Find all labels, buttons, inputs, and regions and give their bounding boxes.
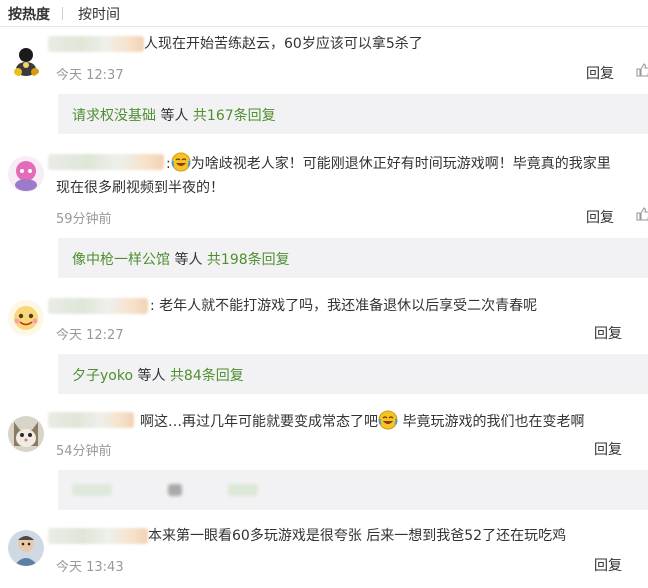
sort-by-time-tab[interactable]: 按时间: [78, 4, 120, 24]
reply-button[interactable]: 回复: [594, 439, 622, 459]
reply-count-link[interactable]: 共198条回复: [207, 252, 290, 268]
avatar[interactable]: [8, 42, 44, 78]
replies-summary-text: 夕子yoko 等人 共84条回复: [72, 365, 244, 385]
blurred-username: [48, 412, 134, 428]
laughing-crying-emoji-icon: [171, 152, 191, 172]
sort-divider: [62, 7, 63, 20]
reply-button[interactable]: 回复: [586, 63, 614, 83]
comment-text-main: 为啥歧视老人家！可能刚退休正好有时间玩游戏啊！毕竟真的我家里: [190, 156, 611, 172]
reply-username[interactable]: 像中枪一样公馆: [72, 252, 170, 268]
sort-bar: 按热度 按时间: [0, 0, 648, 27]
reply-connector: 等人: [137, 368, 166, 384]
reply-username[interactable]: 请求权没基础: [72, 108, 156, 124]
blurred-username: [48, 154, 164, 170]
avatar[interactable]: [8, 300, 44, 336]
comment-time: 今天 13:43: [56, 560, 124, 575]
comment-text: 本来第一眼看60多玩游戏是很夸张 后来一想到我爸52了还在玩吃鸡: [148, 528, 567, 544]
comment-text: 啊这…再过几年可能就要变成常态了吧 毕竟玩游戏的我们也在变老啊: [140, 410, 584, 432]
comment-text: 人现在开始苦练赵云，60岁应该可以拿5杀了: [144, 36, 423, 52]
blurred-username: [48, 36, 144, 52]
thumb-up-icon[interactable]: [636, 63, 648, 81]
reply-button[interactable]: 回复: [586, 207, 614, 227]
reply-button[interactable]: 回复: [594, 555, 622, 575]
reply-connector: 等人: [174, 252, 203, 268]
replies-summary[interactable]: 请求权没基础 等人 共167条回复: [58, 94, 648, 134]
replies-summary[interactable]: 像中枪一样公馆 等人 共198条回复: [58, 238, 648, 278]
reply-username[interactable]: 夕子yoko: [72, 368, 133, 384]
sort-by-hot-tab[interactable]: 按热度: [8, 4, 50, 24]
thumb-up-icon[interactable]: [636, 207, 648, 225]
avatar[interactable]: [8, 156, 44, 192]
comment-text-line2: 现在很多刷视频到半夜的！: [56, 180, 224, 196]
comment-time: 今天 12:37: [56, 68, 124, 83]
comment-text-line1: : 为啥歧视老人家！可能刚退休正好有时间玩游戏啊！毕竟真的我家里: [166, 152, 611, 174]
blurred-username: [48, 528, 148, 544]
reply-count-link[interactable]: 共84条回复: [170, 368, 244, 384]
replies-summary-text: 像中枪一样公馆 等人 共198条回复: [72, 249, 290, 269]
replies-summary-text: 请求权没基础 等人 共167条回复: [72, 105, 276, 125]
comment-text-part-a: 啊这…再过几年可能就要变成常态了吧: [140, 414, 378, 430]
reply-connector: 等人: [160, 108, 189, 124]
blurred-block: [72, 484, 112, 496]
blurred-reply-preview: [58, 470, 648, 510]
laughing-crying-emoji-icon: [378, 410, 398, 430]
comment-text-part-b: 毕竟玩游戏的我们也在变老啊: [398, 414, 585, 430]
blurred-block: [168, 484, 182, 496]
comment-time: 今天 12:27: [56, 328, 124, 343]
replies-summary[interactable]: 夕子yoko 等人 共84条回复: [58, 354, 648, 394]
avatar[interactable]: [8, 416, 44, 452]
reply-count-link[interactable]: 共167条回复: [193, 108, 276, 124]
blurred-block: [228, 484, 258, 496]
avatar[interactable]: [8, 530, 44, 566]
reply-button[interactable]: 回复: [594, 323, 622, 343]
comment-text: : 老年人就不能打游戏了吗，我还准备退休以后享受二次青春呢: [150, 298, 538, 314]
comment-time: 54分钟前: [56, 444, 112, 459]
comment-time: 59分钟前: [56, 212, 112, 227]
blurred-username: [48, 298, 148, 314]
